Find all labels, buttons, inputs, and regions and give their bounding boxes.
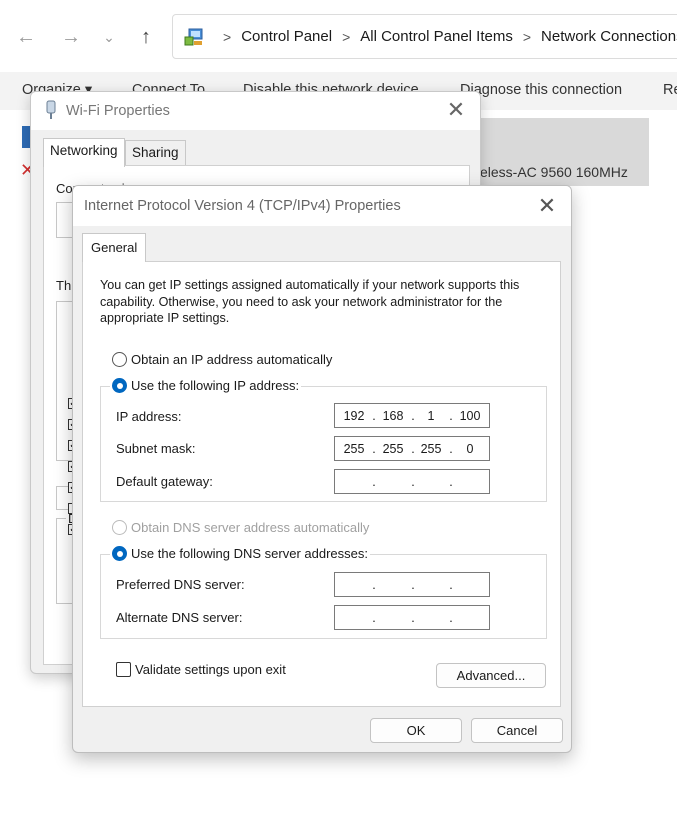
ip-dot: . <box>372 578 376 592</box>
ip-address-label: IP address: <box>116 409 182 424</box>
subnet-mask-label: Subnet mask: <box>116 441 196 456</box>
ip-dot: . <box>372 475 376 489</box>
validate-settings-checkbox[interactable]: Validate settings upon exit <box>116 662 286 677</box>
close-icon[interactable]: ✕ <box>535 193 559 218</box>
obtain-ip-auto-radio[interactable]: Obtain an IP address automatically <box>112 352 332 367</box>
validate-settings-label: Validate settings upon exit <box>135 662 286 677</box>
breadcrumb-network-connections[interactable]: Network Connections <box>541 28 677 45</box>
obtain-dns-auto-radio[interactable]: Obtain DNS server address automatically <box>112 520 369 535</box>
advanced-button[interactable]: Advanced... <box>436 663 546 688</box>
ip-dot: . <box>411 578 415 592</box>
ip-dot: . <box>372 409 376 423</box>
tab-networking[interactable]: Networking <box>43 138 125 167</box>
checkbox-unchecked[interactable] <box>116 662 131 677</box>
control-panel-icon <box>183 26 205 48</box>
ip-octet[interactable]: 192 <box>339 409 369 423</box>
wifi-dialog-titlebar: Wi-Fi Properties ✕ <box>31 92 480 130</box>
breadcrumb-control-panel[interactable]: Control Panel <box>241 28 332 45</box>
ip-octet[interactable]: 1 <box>416 409 446 423</box>
breadcrumb-separator: > <box>522 28 532 45</box>
ip-octet[interactable]: 0 <box>455 442 485 456</box>
preferred-dns-field[interactable]: . . . <box>334 572 490 597</box>
radio-checked[interactable] <box>112 546 127 561</box>
obtain-dns-auto-label: Obtain DNS server address automatically <box>131 520 370 535</box>
ip-dot: . <box>449 475 453 489</box>
ip-dot: . <box>372 442 376 456</box>
tab-general[interactable]: General <box>82 233 147 262</box>
forward-arrow-icon[interactable]: → <box>58 24 84 50</box>
ip-settings-description: You can get IP settings assigned automat… <box>100 278 520 325</box>
rename-command[interactable]: Re <box>663 82 677 98</box>
ipv4-dialog-title: Internet Protocol Version 4 (TCP/IPv4) P… <box>84 198 401 214</box>
ip-dot: . <box>449 611 453 625</box>
ip-dot: . <box>411 611 415 625</box>
tab-sharing[interactable]: Sharing <box>125 140 186 166</box>
ip-octet[interactable]: 255 <box>378 442 408 456</box>
up-arrow-icon[interactable]: ↑ <box>133 24 159 50</box>
breadcrumb-separator: > <box>342 28 351 45</box>
ipv4-properties-dialog: Internet Protocol Version 4 (TCP/IPv4) P… <box>72 185 572 753</box>
subnet-mask-field[interactable]: 255 . 255 . 255 . 0 <box>334 436 490 461</box>
general-panel: You can get IP settings assigned automat… <box>82 261 561 707</box>
diagnose-connection-command[interactable]: Diagnose this connection <box>460 82 622 98</box>
wifi-dialog-title: Wi-Fi Properties <box>66 103 170 119</box>
close-icon[interactable]: ✕ <box>444 97 468 122</box>
ip-dot: . <box>372 611 376 625</box>
recent-locations-chevron-icon[interactable]: ⌄ <box>96 24 122 50</box>
ip-dot: . <box>449 578 453 592</box>
network-adapter-description: eless-AC 9560 160MHz <box>480 164 628 180</box>
ip-octet[interactable]: 168 <box>378 409 408 423</box>
alternate-dns-label: Alternate DNS server: <box>116 610 243 625</box>
radio-checked[interactable] <box>112 378 127 393</box>
ip-octet[interactable]: 255 <box>416 442 446 456</box>
radio-unchecked[interactable] <box>112 520 127 535</box>
ip-octet[interactable]: 255 <box>339 442 369 456</box>
breadcrumb-all-items[interactable]: All Control Panel Items <box>360 28 513 45</box>
explorer-navbar: ← → ⌄ ↑ > Control Panel > All Control Pa… <box>0 0 677 72</box>
address-bar[interactable]: > Control Panel > All Control Panel Item… <box>172 14 677 59</box>
ip-dot: . <box>449 409 453 423</box>
use-following-ip-label: Use the following IP address: <box>131 378 300 393</box>
use-following-dns-label: Use the following DNS server addresses: <box>131 546 368 561</box>
cancel-button[interactable]: Cancel <box>471 718 563 743</box>
use-following-dns-radio[interactable]: Use the following DNS server addresses: <box>110 546 370 561</box>
ok-button[interactable]: OK <box>370 718 462 743</box>
ip-address-field[interactable]: 192 . 168 . 1 . 100 <box>334 403 490 428</box>
preferred-dns-label: Preferred DNS server: <box>116 577 245 592</box>
network-adapter-icon <box>45 100 57 120</box>
use-following-ip-radio[interactable]: Use the following IP address: <box>110 378 302 393</box>
ipv4-dialog-titlebar: Internet Protocol Version 4 (TCP/IPv4) P… <box>73 186 571 226</box>
default-gateway-field[interactable]: . . . <box>334 469 490 494</box>
obtain-ip-auto-label: Obtain an IP address automatically <box>131 352 333 367</box>
back-arrow-icon[interactable]: ← <box>13 24 39 50</box>
breadcrumb-separator: > <box>223 28 232 45</box>
ip-octet[interactable]: 100 <box>455 409 485 423</box>
ip-dot: . <box>411 475 415 489</box>
ip-dot: . <box>449 442 453 456</box>
radio-unchecked[interactable] <box>112 352 127 367</box>
alternate-dns-field[interactable]: . . . <box>334 605 490 630</box>
default-gateway-label: Default gateway: <box>116 474 213 489</box>
